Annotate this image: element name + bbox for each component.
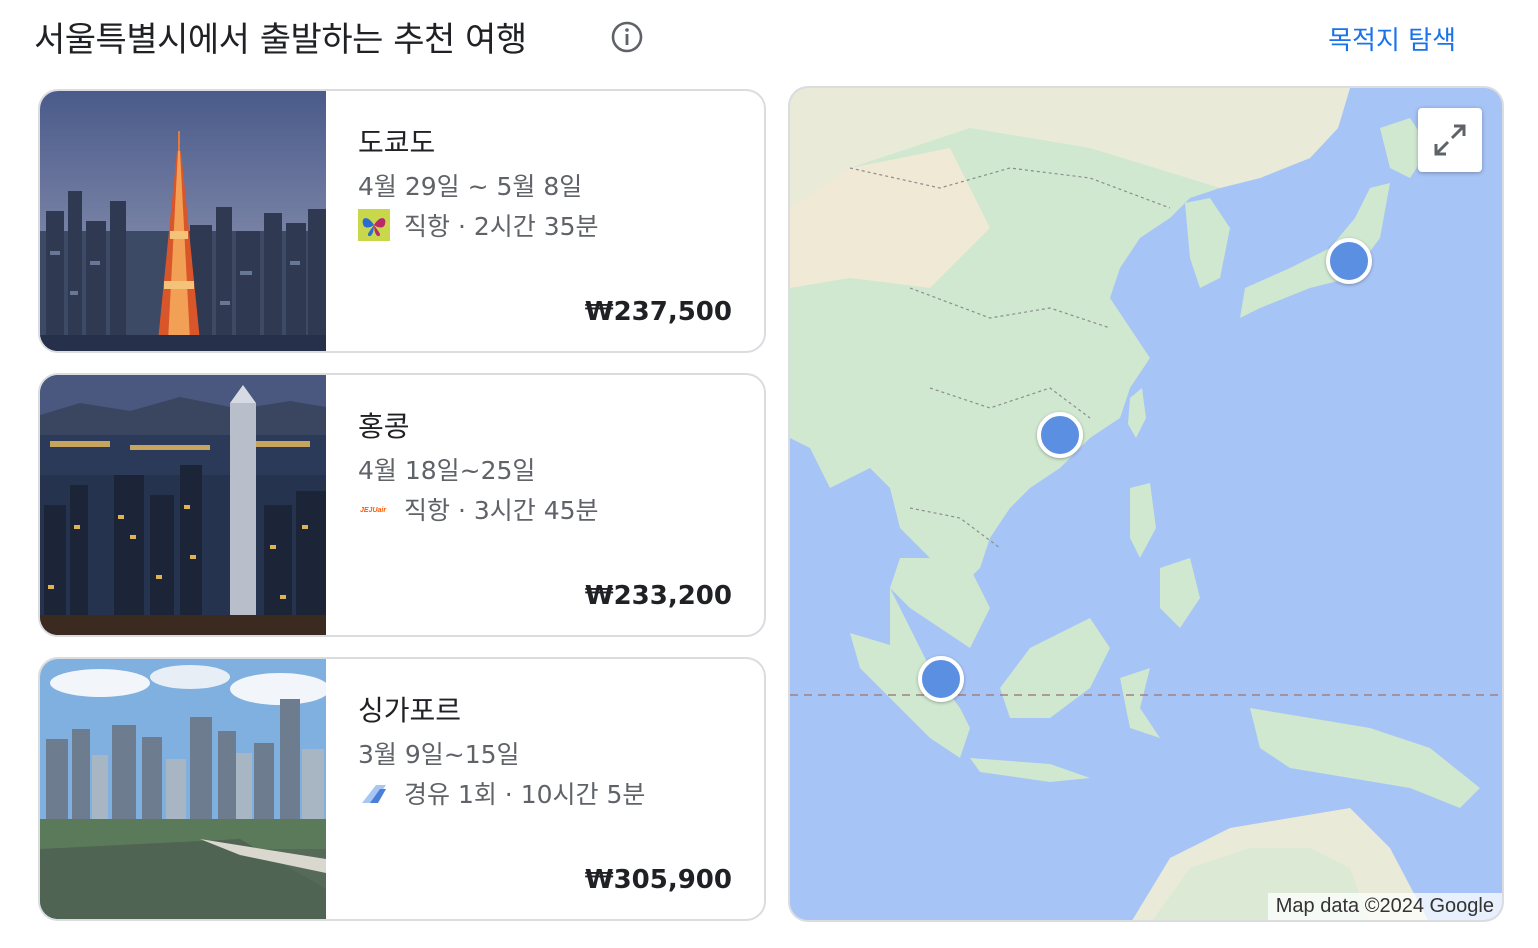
destination-card-tokyo[interactable]: 도쿄도 4월 29일 ~ 5월 8일 직항 · 2시간 35분 ₩237,500 xyxy=(38,89,766,353)
travel-dates: 4월 29일 ~ 5월 8일 xyxy=(358,172,583,201)
map-attribution: Map data ©2024 Google xyxy=(1267,893,1502,920)
header: 서울특별시에서 출발하는 추천 여행 목적지 탐색 xyxy=(34,10,1494,66)
flight-info: 경유 1회 · 10시간 5분 xyxy=(358,775,645,811)
tokyo-photo xyxy=(40,91,326,351)
price: ₩237,500 xyxy=(584,297,732,327)
flight-info: JEJUair 직항 · 3시간 45분 xyxy=(358,491,599,527)
price: ₩305,900 xyxy=(584,865,732,895)
jejuair-logo: JEJUair xyxy=(360,507,387,514)
travel-dates: 3월 9일~15일 xyxy=(358,740,520,769)
tail-airline-logo xyxy=(362,785,386,803)
butterfly-airline-logo xyxy=(358,209,390,241)
destination-card-hongkong[interactable]: 홍콩 4월 18일~25일 JEJUair 직항 · 3시간 45분 ₩233,… xyxy=(38,373,766,637)
flight-info: 직항 · 2시간 35분 xyxy=(358,207,599,243)
map-marker-hongkong[interactable] xyxy=(1037,412,1083,458)
explore-destinations-link[interactable]: 목적지 탐색 xyxy=(1328,20,1456,57)
destination-card-singapore[interactable]: 싱가포르 3월 9일~15일 경유 1회 · 10시간 5분 ₩305,900 xyxy=(38,657,766,921)
destination-name: 홍콩 xyxy=(358,410,410,443)
flight-details: 직항 · 2시간 35분 xyxy=(404,212,599,241)
hongkong-photo xyxy=(40,375,326,635)
destination-name: 싱가포르 xyxy=(358,694,462,727)
price: ₩233,200 xyxy=(584,581,732,611)
destinations-map[interactable]: Map data ©2024 Google xyxy=(788,86,1504,922)
map-marker-singapore[interactable] xyxy=(918,656,964,702)
flight-details: 경유 1회 · 10시간 5분 xyxy=(404,780,646,809)
map-terrain xyxy=(790,88,1502,920)
page-title: 서울특별시에서 출발하는 추천 여행 xyxy=(34,20,527,60)
flight-details: 직항 · 3시간 45분 xyxy=(404,496,599,525)
destination-name: 도쿄도 xyxy=(358,126,436,159)
expand-icon xyxy=(1434,124,1466,156)
expand-map-button[interactable] xyxy=(1418,108,1482,172)
info-icon[interactable] xyxy=(610,20,644,54)
map-marker-tokyo[interactable] xyxy=(1326,238,1372,284)
singapore-photo xyxy=(40,659,326,919)
travel-dates: 4월 18일~25일 xyxy=(358,456,536,485)
svg-text:JEJUair: JEJUair xyxy=(360,507,387,514)
